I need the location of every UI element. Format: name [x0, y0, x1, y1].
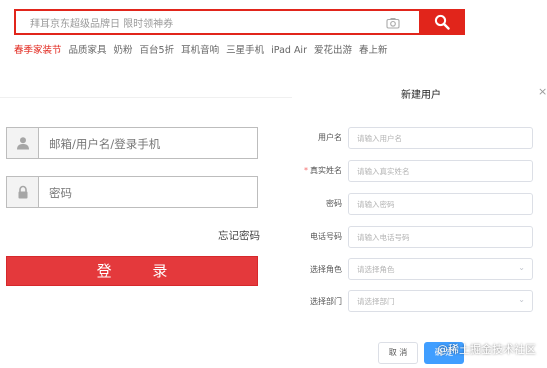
- hotword-link[interactable]: 春季家装节: [14, 45, 62, 56]
- new-password-placeholder: 请输入密码: [357, 200, 395, 209]
- new-username-placeholder: 请输入用户名: [357, 134, 402, 143]
- camera-icon[interactable]: [386, 15, 400, 29]
- phone-input[interactable]: 请输入电话号码: [348, 226, 533, 248]
- divider: [0, 97, 292, 98]
- cancel-button[interactable]: 取 消: [378, 342, 418, 364]
- realname-label-text: 真实姓名: [310, 166, 342, 175]
- lock-icon: [7, 177, 39, 207]
- role-select[interactable]: 请选择角色 ⌄: [348, 258, 533, 280]
- search-box[interactable]: 拜耳京东超级品牌日 限时领神券: [14, 9, 465, 35]
- phone-label: 电话号码: [310, 232, 342, 241]
- forgot-password-link[interactable]: 忘记密码: [218, 228, 260, 243]
- new-password-input[interactable]: 请输入密码: [348, 193, 533, 215]
- username-field[interactable]: 邮箱/用户名/登录手机: [6, 127, 258, 159]
- realname-label: * 真实姓名: [276, 165, 342, 176]
- new-username-input[interactable]: 请输入用户名: [348, 127, 533, 149]
- required-mark: *: [304, 166, 308, 175]
- password-field[interactable]: 密码: [6, 176, 258, 208]
- realname-placeholder: 请输入真实姓名: [357, 167, 410, 176]
- hotword-link[interactable]: iPad Air: [271, 45, 307, 56]
- chevron-down-icon: ⌄: [518, 263, 525, 272]
- password-label: 密码: [326, 199, 342, 208]
- login-button[interactable]: 登 录: [6, 256, 258, 286]
- modal-title: 新建用户: [401, 90, 441, 101]
- phone-placeholder: 请输入电话号码: [357, 233, 410, 242]
- department-label: 选择部门: [310, 297, 342, 306]
- role-label: 选择角色: [310, 265, 342, 274]
- department-select[interactable]: 请选择部门 ⌄: [348, 290, 533, 312]
- username-label: 用户名: [318, 133, 342, 142]
- close-icon[interactable]: ×: [538, 85, 547, 98]
- hotword-list: 春季家装节 品质家具 奶粉 百台5折 耳机音响 三星手机 iPad Air 爱花出游 春上新: [14, 42, 395, 56]
- hotword-link[interactable]: 百台5折: [140, 45, 175, 56]
- search-input[interactable]: 拜耳京东超级品牌日 限时领神券: [30, 15, 173, 30]
- hotword-link[interactable]: 三星手机: [226, 45, 264, 56]
- realname-input[interactable]: 请输入真实姓名: [348, 160, 533, 182]
- department-placeholder: 请选择部门: [357, 297, 395, 306]
- hotword-link[interactable]: 春上新: [359, 45, 388, 56]
- search-button[interactable]: [419, 9, 465, 35]
- hotword-link[interactable]: 耳机音响: [181, 45, 219, 56]
- watermark: @稀土掘金技术社区: [437, 343, 536, 356]
- hotword-link[interactable]: 奶粉: [114, 45, 133, 56]
- hotword-link[interactable]: 爱花出游: [314, 45, 352, 56]
- user-icon: [7, 128, 39, 158]
- chevron-down-icon: ⌄: [518, 295, 525, 304]
- search-icon: [434, 14, 450, 30]
- username-input[interactable]: 邮箱/用户名/登录手机: [49, 136, 160, 152]
- role-placeholder: 请选择角色: [357, 265, 395, 274]
- password-input[interactable]: 密码: [49, 185, 72, 201]
- hotword-link[interactable]: 品质家具: [69, 45, 107, 56]
